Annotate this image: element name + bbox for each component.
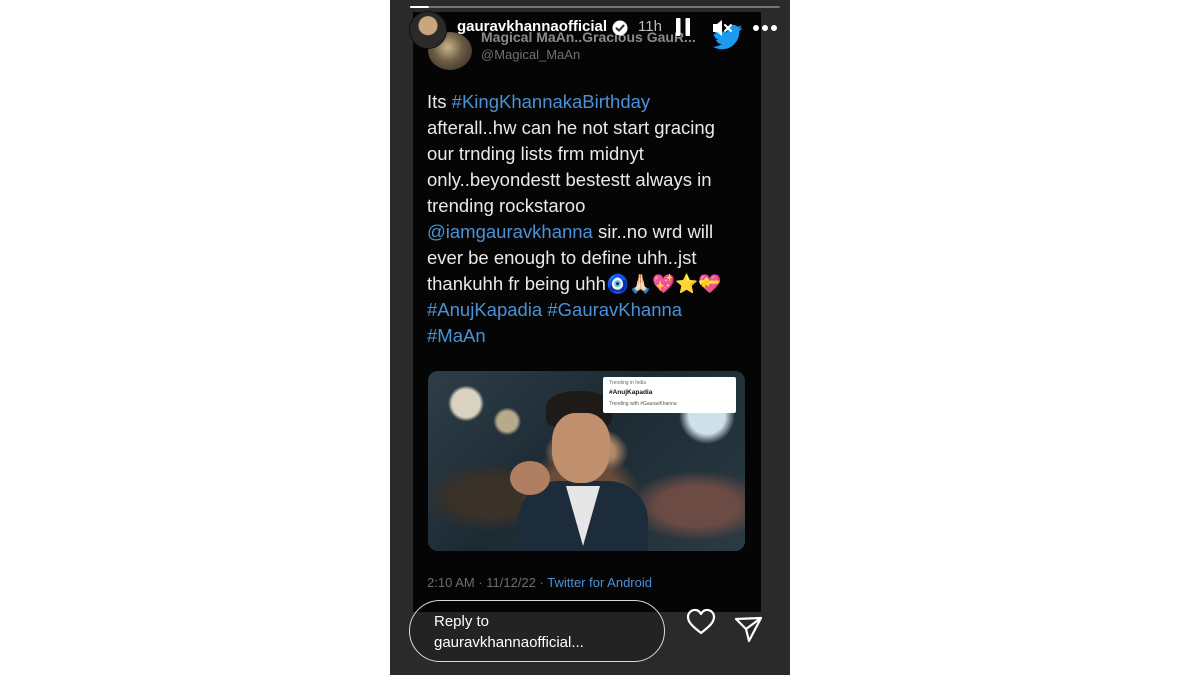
hashtags-link[interactable]: #AnujKapadia #GauravKhanna #MaAn	[427, 299, 682, 346]
tweet-handle: @Magical_MaAn	[481, 47, 581, 62]
reply-placeholder: Reply to gauravkhannaofficial...	[434, 613, 584, 651]
tweet-footer: 2:10 AM · 11/12/22 · Twitter for Android	[427, 575, 652, 590]
story-progress-bar	[410, 6, 780, 8]
trending-overlay: Trending in India #AnujKapadia Trending …	[603, 377, 736, 413]
tweet-text-part: Its	[427, 91, 452, 112]
share-icon[interactable]	[734, 615, 764, 643]
more-icon[interactable]	[752, 24, 778, 32]
hashtag-king-khanna-birthday-link[interactable]: #KingKhannakaBirthday	[452, 91, 651, 112]
heart-icon[interactable]	[686, 608, 716, 636]
tweet-image[interactable]: Trending in India #AnujKapadia Trending …	[428, 371, 745, 551]
reply-input[interactable]: Reply to gauravkhannaofficial...	[409, 600, 665, 662]
trending-with: Trending with #GauravKhanna	[609, 401, 677, 407]
trending-topic: #AnujKapadia	[609, 389, 653, 396]
tweet-source-link[interactable]: Twitter for Android	[547, 575, 652, 590]
story-username[interactable]: gauravkhannaofficial	[457, 18, 607, 35]
tweet-timestamp: 2:10 AM · 11/12/22 ·	[427, 575, 548, 590]
mute-icon[interactable]	[711, 17, 733, 39]
verified-icon	[612, 20, 628, 36]
tweet-text-part: afterall..hw can he not start gracing ou…	[427, 117, 715, 216]
story-progress-fill	[410, 6, 429, 8]
tweet-text: Its #KingKhannakaBirthday afterall..hw c…	[427, 89, 757, 349]
pause-icon[interactable]	[676, 18, 690, 36]
mention-iamgauravkhanna-link[interactable]: @iamgauravkhanna	[427, 221, 593, 242]
story-user-avatar[interactable]	[409, 11, 447, 49]
trending-label: Trending in India	[609, 380, 647, 386]
story-time: 11h	[638, 18, 662, 35]
